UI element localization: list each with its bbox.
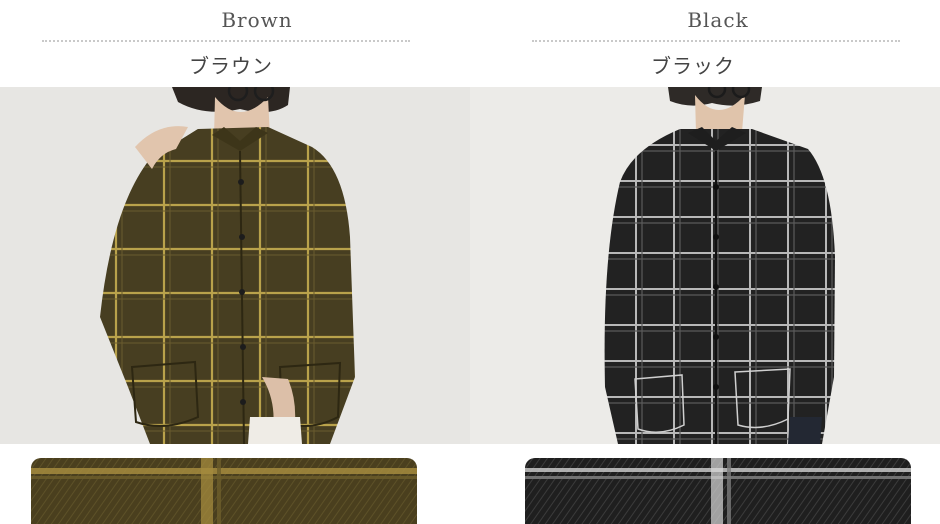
color-variation-section: Brown ブラウン Black ブラック [0, 0, 940, 524]
model-photo-brown[interactable] [0, 87, 470, 444]
model-photo-black[interactable] [470, 87, 940, 444]
color-name-japanese: ブラウン [189, 54, 273, 78]
color-variant-black: Black ブラック [470, 0, 940, 524]
dotted-divider [532, 40, 900, 42]
color-name-english: Black [687, 8, 749, 32]
color-name-english: Brown [221, 8, 293, 32]
color-name-japanese: ブラック [651, 54, 735, 78]
dotted-divider [42, 40, 410, 42]
fabric-swatch-brown[interactable] [31, 458, 417, 524]
color-variant-brown: Brown ブラウン [0, 0, 470, 524]
fabric-swatch-black[interactable] [525, 458, 911, 524]
